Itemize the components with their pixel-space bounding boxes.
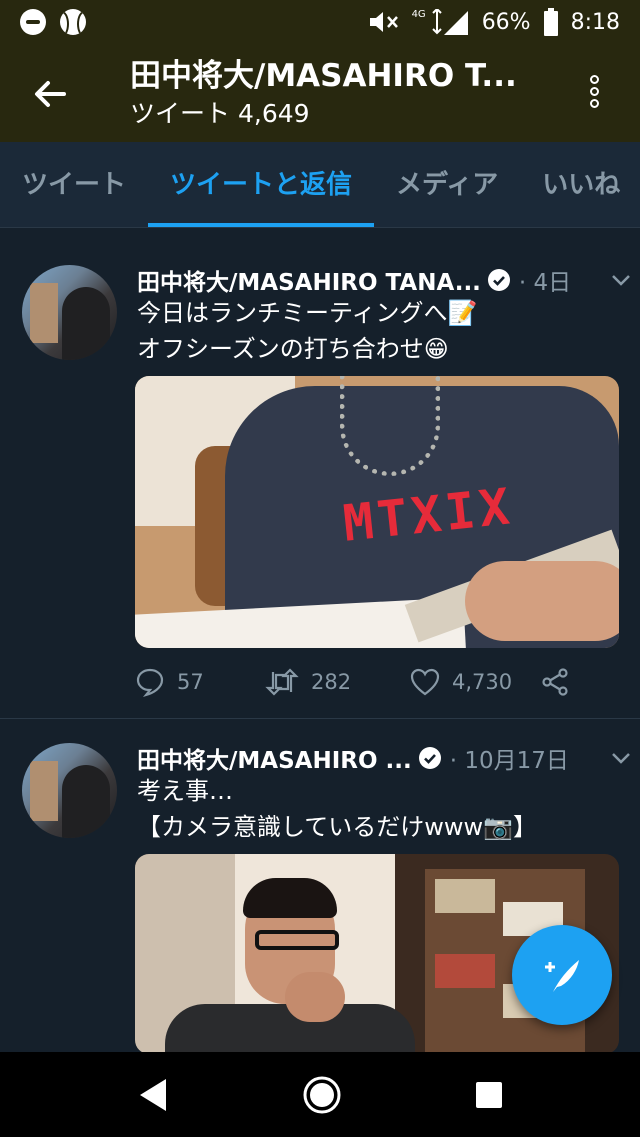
page-title: 田中将大/MASAHIRO T... bbox=[130, 58, 517, 94]
tweet-count-value: 4,649 bbox=[237, 99, 310, 128]
chevron-down-icon[interactable] bbox=[610, 269, 632, 291]
tweet-count: ツイート 4,649 bbox=[130, 96, 560, 132]
tab-media[interactable]: メディア bbox=[374, 142, 520, 227]
home-circle-icon[interactable] bbox=[302, 1075, 342, 1115]
chevron-down-icon[interactable] bbox=[610, 747, 632, 769]
tab-tweets-and-replies[interactable]: ツイートと返信 bbox=[148, 142, 375, 227]
like-count: 4,730 bbox=[452, 670, 513, 694]
clock: 8:18 bbox=[570, 9, 620, 35]
tweet-text-line: 【カメラ意識しているだけwww📷】 bbox=[137, 813, 538, 841]
verified-badge-icon bbox=[487, 269, 510, 291]
compose-tweet-button[interactable] bbox=[512, 925, 612, 1025]
retweet-button[interactable]: 282 bbox=[265, 668, 410, 696]
tweet-text-line: オフシーズンの打ち合わせ😁 bbox=[137, 335, 449, 363]
reply-icon bbox=[136, 668, 164, 697]
author-name[interactable]: 田中将大/MASAHIRO TANA... bbox=[137, 263, 481, 297]
tweet-text-line: 今日はランチミーティングへ📝 bbox=[137, 299, 478, 327]
tab-likes[interactable]: いいね bbox=[520, 142, 640, 227]
reply-button[interactable]: 57 bbox=[135, 667, 265, 697]
more-options-icon[interactable] bbox=[582, 72, 606, 116]
avatar[interactable] bbox=[22, 743, 117, 838]
author-name[interactable]: 田中将大/MASAHIRO ... bbox=[137, 741, 412, 775]
battery-percent: 66% bbox=[481, 9, 531, 35]
heart-icon bbox=[410, 668, 440, 696]
title-block: 田中将大/MASAHIRO T... ツイート 4,649 bbox=[130, 56, 560, 132]
profile-tabs: ツイート ツイートと返信 メディア いいね bbox=[0, 142, 640, 228]
reply-count: 57 bbox=[177, 670, 204, 694]
retweet-icon bbox=[265, 668, 299, 696]
tweet-text-line: 考え事… bbox=[137, 777, 233, 805]
verified-badge-icon bbox=[418, 747, 441, 769]
tweet-header: 田中将大/MASAHIRO TANA... · 4日 bbox=[137, 263, 617, 297]
recents-square-icon[interactable] bbox=[474, 1080, 504, 1110]
like-button[interactable]: 4,730 bbox=[410, 668, 540, 696]
tweet-header: 田中将大/MASAHIRO ... · 10月17日 bbox=[137, 741, 582, 775]
battery-icon bbox=[543, 8, 559, 36]
tweet-date: · 4日 bbox=[518, 270, 572, 296]
system-nav-bar bbox=[0, 1052, 640, 1137]
back-arrow-icon[interactable] bbox=[28, 72, 72, 116]
tweet-text: 考え事… 【カメラ意識しているだけwww📷】 bbox=[137, 773, 617, 845]
tweet-date: · 10月17日 bbox=[449, 748, 569, 774]
signal-icon bbox=[430, 9, 470, 35]
tweet-actions: 57 282 4,730 bbox=[135, 667, 570, 697]
network-type: 4G bbox=[411, 8, 426, 20]
status-bar: 4G 66% 8:18 bbox=[0, 0, 640, 44]
share-button[interactable] bbox=[540, 667, 570, 697]
baseball-icon bbox=[60, 9, 86, 35]
tweet-item[interactable]: 田中将大/MASAHIRO TANA... · 4日 今日はランチミーティングへ… bbox=[0, 229, 640, 719]
tab-tweets[interactable]: ツイート bbox=[0, 142, 148, 227]
do-not-disturb-icon bbox=[20, 9, 46, 35]
tweet-count-label: ツイート bbox=[130, 99, 231, 128]
tweet-photo[interactable]: MTXIX bbox=[135, 376, 619, 648]
compose-feather-icon bbox=[545, 960, 579, 992]
avatar[interactable] bbox=[22, 265, 117, 360]
profile-header: 田中将大/MASAHIRO T... ツイート 4,649 bbox=[0, 44, 640, 142]
share-icon bbox=[542, 668, 568, 696]
tweet-text: 今日はランチミーティングへ📝 オフシーズンの打ち合わせ😁 bbox=[137, 295, 617, 367]
mute-icon bbox=[368, 10, 400, 34]
back-triangle-icon[interactable] bbox=[136, 1077, 170, 1113]
retweet-count: 282 bbox=[311, 670, 352, 694]
